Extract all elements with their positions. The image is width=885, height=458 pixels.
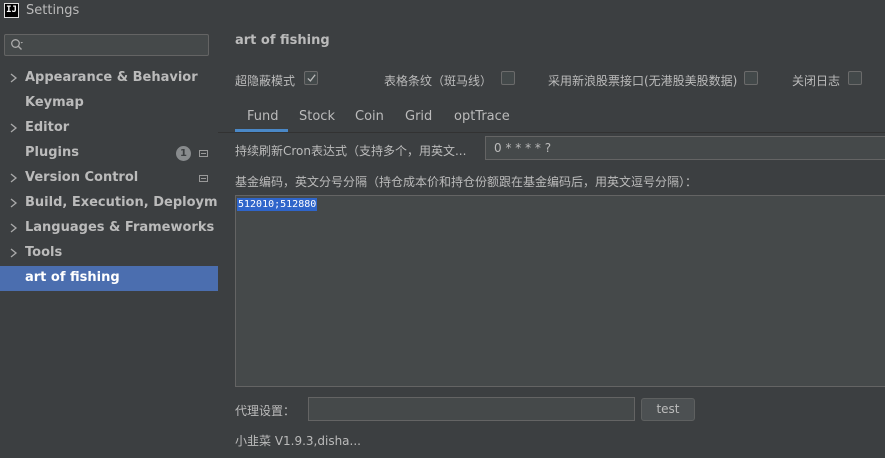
sidebar-item-editor[interactable]: Editor bbox=[0, 116, 218, 141]
sidebar-item-label: Languages & Frameworks bbox=[25, 220, 215, 235]
sidebar-item-label: Tools bbox=[25, 245, 63, 260]
sidebar-item-label: Build, Execution, Deployment bbox=[25, 195, 242, 210]
sidebar-item-keymap[interactable]: Keymap bbox=[0, 91, 218, 116]
chevron-right-icon[interactable] bbox=[9, 222, 18, 234]
cron-label: 持续刷新Cron表达式（支持多个，用英文... bbox=[235, 144, 467, 158]
checkmark-icon bbox=[307, 74, 316, 82]
sidebar-item-label: Editor bbox=[25, 120, 70, 135]
tab-opttrace[interactable]: optTrace bbox=[454, 109, 510, 124]
sidebar-item-label: art of fishing bbox=[25, 270, 120, 285]
project-settings-icon bbox=[199, 175, 208, 182]
tab-stock[interactable]: Stock bbox=[299, 109, 335, 124]
sidebar-item-plugins[interactable]: Plugins 1 bbox=[0, 141, 218, 166]
sina-api-checkbox[interactable] bbox=[744, 71, 758, 85]
disable-log-label: 关闭日志 bbox=[792, 74, 841, 88]
fund-codes-textarea[interactable]: 512010;512880 bbox=[235, 195, 885, 387]
tab-grid[interactable]: Grid bbox=[405, 109, 432, 124]
title-bar: IJ Settings bbox=[0, 0, 885, 23]
sidebar-item-art-of-fishing[interactable]: art of fishing bbox=[0, 266, 218, 291]
chevron-right-icon[interactable] bbox=[9, 247, 18, 259]
proxy-input[interactable] bbox=[308, 397, 635, 421]
stealth-mode-label: 超隐蔽模式 bbox=[235, 74, 296, 88]
tab-divider bbox=[218, 132, 885, 133]
tab-coin[interactable]: Coin bbox=[355, 109, 384, 124]
sidebar-item-version-control[interactable]: Version Control bbox=[0, 166, 218, 191]
version-info: 小韭菜 V1.9.3,disha... bbox=[235, 434, 361, 448]
settings-sidebar: Appearance & Behavior Keymap Editor Plug… bbox=[0, 23, 242, 458]
proxy-label: 代理设置： bbox=[235, 404, 296, 418]
disable-log-checkbox[interactable] bbox=[848, 71, 862, 85]
chevron-right-icon[interactable] bbox=[9, 122, 18, 134]
cron-expression-input[interactable]: 0 * * * * ? bbox=[485, 136, 885, 160]
fund-codes-selected-text: 512010;512880 bbox=[237, 198, 318, 211]
chevron-right-icon[interactable] bbox=[9, 197, 18, 209]
project-settings-icon bbox=[199, 150, 208, 157]
sidebar-item-label: Keymap bbox=[25, 95, 84, 110]
sina-api-label: 采用新浪股票接口(无港股美股数据) bbox=[548, 74, 738, 88]
chevron-right-icon[interactable] bbox=[9, 72, 18, 84]
table-stripes-label: 表格条纹（斑马线） bbox=[384, 74, 493, 88]
settings-content: art of fishing 超隐蔽模式 表格条纹（斑马线） 采用新浪股票接口(… bbox=[218, 23, 885, 458]
search-icon bbox=[11, 39, 23, 50]
intellij-app-icon: IJ bbox=[4, 3, 19, 18]
sidebar-item-label: Appearance & Behavior bbox=[25, 70, 198, 85]
settings-search-input[interactable] bbox=[4, 34, 209, 56]
sidebar-item-label: Version Control bbox=[25, 170, 139, 185]
test-button[interactable]: test bbox=[641, 398, 695, 421]
sidebar-item-label: Plugins bbox=[25, 145, 79, 160]
sidebar-item-appearance-behavior[interactable]: Appearance & Behavior bbox=[0, 66, 218, 91]
stealth-mode-checkbox[interactable] bbox=[304, 71, 318, 85]
sidebar-item-tools[interactable]: Tools bbox=[0, 241, 218, 266]
fund-codes-label: 基金编码，英文分号分隔（持仓成本价和持仓份额跟在基金编码后，用英文逗号分隔）： bbox=[235, 175, 698, 189]
tab-fund[interactable]: Fund bbox=[247, 109, 279, 124]
table-stripes-checkbox[interactable] bbox=[501, 71, 515, 85]
chevron-right-icon[interactable] bbox=[9, 172, 18, 184]
page-title: art of fishing bbox=[235, 33, 330, 48]
plugins-update-badge: 1 bbox=[176, 146, 191, 161]
sidebar-item-build-execution-deployment[interactable]: Build, Execution, Deployment bbox=[0, 191, 242, 216]
sidebar-item-languages-frameworks[interactable]: Languages & Frameworks bbox=[0, 216, 218, 241]
window-title: Settings bbox=[26, 3, 80, 18]
